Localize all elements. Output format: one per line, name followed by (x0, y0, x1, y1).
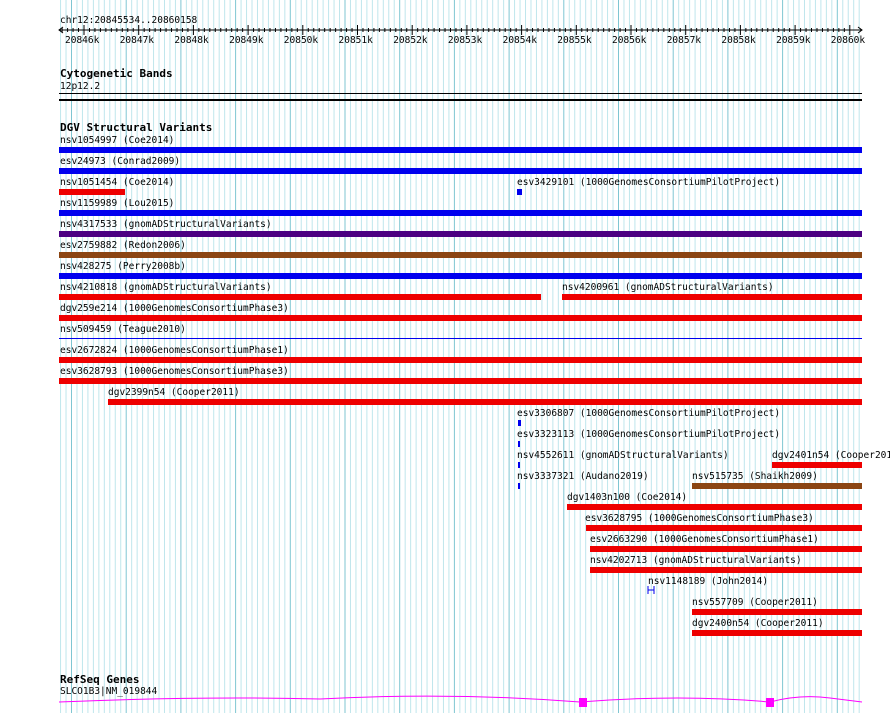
feature-label: nsv509459 (Teague2010) (60, 324, 186, 335)
variant-bar[interactable] (59, 357, 862, 363)
refseq-track-title: RefSeq Genes (60, 673, 140, 686)
dgv-track-title: DGV Structural Variants (60, 121, 213, 134)
feature-label: nsv1054997 (Coe2014) (60, 135, 175, 146)
feature-label: esv24973 (Conrad2009) (60, 156, 181, 167)
feature-label: dgv2401n54 (Cooper2011) (772, 450, 890, 461)
ruler-tick-label: 20847k (119, 35, 155, 46)
ruler-tick-label: 20849k (229, 35, 264, 46)
variant-bar[interactable] (59, 338, 862, 339)
ruler-tick-label: 20852k (393, 35, 428, 46)
feature-label: nsv4210818 (gnomADStructuralVariants) (60, 282, 272, 293)
exon (766, 698, 774, 707)
variant-bar[interactable] (518, 483, 520, 489)
ruler-tick-label: 20846k (65, 35, 100, 46)
feature-label: nsv3337321 (Audano2019) (517, 471, 649, 482)
ruler-tick-label: 20859k (776, 35, 811, 46)
variant-bar[interactable] (646, 586, 656, 595)
variant-bar[interactable] (518, 462, 520, 468)
feature-label: esv2663290 (1000GenomesConsortiumPhase1) (590, 534, 819, 545)
feature-label: nsv557709 (Cooper2011) (692, 597, 818, 608)
cytoband-line (59, 93, 862, 94)
feature-label: nsv1051454 (Coe2014) (60, 177, 175, 188)
variant-bar[interactable] (692, 630, 862, 636)
variant-bar[interactable] (59, 378, 862, 384)
feature-label: esv3306807 (1000GenomesConsortiumPilotPr… (517, 408, 781, 419)
variant-bar[interactable] (59, 315, 862, 321)
ruler-tick-label: 20858k (721, 35, 756, 46)
feature-label: nsv4200961 (gnomADStructuralVariants) (562, 282, 774, 293)
cytoband-track-title: Cytogenetic Bands (60, 67, 173, 80)
variant-bar[interactable] (692, 609, 862, 615)
feature-label: esv2672824 (1000GenomesConsortiumPhase1) (60, 345, 289, 356)
variant-bar[interactable] (59, 252, 862, 258)
feature-label: esv3323113 (1000GenomesConsortiumPilotPr… (517, 429, 781, 440)
ruler-tick-label: 20857k (666, 35, 702, 46)
ruler-tick-label: 20853k (447, 35, 483, 46)
feature-label: nsv1159989 (Lou2015) (60, 198, 175, 209)
ruler-tick-label: 20855k (557, 35, 592, 46)
feature-label: esv3429101 (1000GenomesConsortiumPilotPr… (517, 177, 781, 188)
variant-bar[interactable] (59, 147, 862, 153)
feature-label: dgv259e214 (1000GenomesConsortiumPhase3) (60, 303, 289, 314)
variant-bar[interactable] (772, 462, 862, 468)
feature-label: nsv4202713 (gnomADStructuralVariants) (590, 555, 802, 566)
ruler-tick-label: 20854k (502, 35, 537, 46)
track-divider (59, 99, 862, 101)
cytoband-label: 12p12.2 (60, 81, 101, 92)
variant-bar[interactable] (590, 567, 862, 573)
feature-label: dgv1403n100 (Coe2014) (567, 492, 688, 503)
variant-bar[interactable] (59, 231, 862, 237)
feature-label: esv3628793 (1000GenomesConsortiumPhase3) (60, 366, 289, 377)
variant-bar[interactable] (562, 294, 862, 300)
variant-bar[interactable] (518, 441, 520, 447)
feature-label: nsv515735 (Shaikh2009) (692, 471, 818, 482)
variant-bar[interactable] (518, 420, 521, 426)
variant-bar[interactable] (59, 189, 125, 195)
variant-bar[interactable] (59, 210, 862, 216)
variant-bar[interactable] (59, 168, 862, 174)
feature-label: nsv428275 (Perry2008b) (60, 261, 186, 272)
feature-label: dgv2399n54 (Cooper2011) (108, 387, 240, 398)
variant-bar[interactable] (517, 189, 522, 195)
variant-bar[interactable] (59, 294, 541, 300)
ruler-tick-label: 20848k (174, 35, 209, 46)
variant-bar[interactable] (692, 483, 862, 489)
variant-bar[interactable] (59, 273, 862, 279)
feature-label: nsv4552611 (gnomADStructuralVariants) (517, 450, 729, 461)
feature-label: nsv4317533 (gnomADStructuralVariants) (60, 219, 272, 230)
feature-label: dgv2400n54 (Cooper2011) (692, 618, 824, 629)
feature-label: nsv1148189 (John2014) (648, 576, 769, 587)
ruler-tick-label: 20856k (612, 35, 647, 46)
variant-bar[interactable] (567, 504, 862, 510)
feature-label: esv3628795 (1000GenomesConsortiumPhase3) (585, 513, 814, 524)
ruler-tick-label: 20860k (830, 35, 866, 46)
ruler-tick-label: 20851k (338, 35, 373, 46)
exon (579, 698, 587, 707)
gene-model[interactable] (0, 690, 890, 713)
variant-bar[interactable] (586, 525, 862, 531)
feature-label: esv2759882 (Redon2006) (60, 240, 186, 251)
genome-browser-tracks: chr12:20845534..20860158 20846k 20847k 208… (0, 0, 890, 713)
ruler-tick-label: 20850k (283, 35, 319, 46)
variant-bar[interactable] (590, 546, 862, 552)
variant-bar[interactable] (108, 399, 862, 405)
